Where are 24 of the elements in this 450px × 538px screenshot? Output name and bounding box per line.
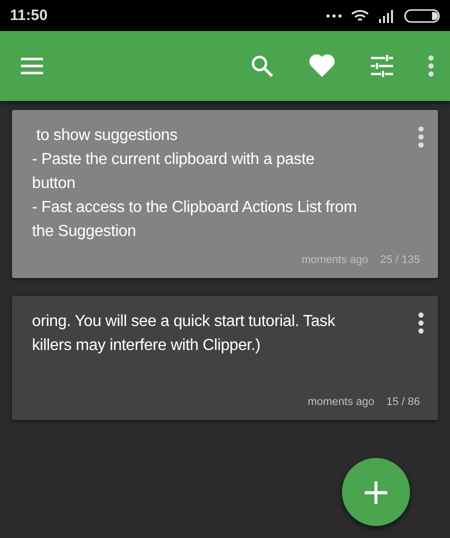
- dots-icon: [326, 14, 342, 18]
- note-text: - Paste the current clipboard with a paste: [32, 150, 316, 170]
- note-count: 15 / 86: [386, 396, 420, 408]
- signal-icon: [378, 8, 396, 22]
- heart-icon[interactable]: [308, 54, 336, 78]
- sliders-icon[interactable]: [370, 55, 394, 77]
- note-count: 25 / 135: [380, 254, 420, 266]
- note-text: to show suggestions: [35, 126, 178, 146]
- note-time: moments ago: [302, 254, 368, 266]
- note-card[interactable]: oring. You will see a quick start tutorial. Task killers may interfere with Clipper.) moments ago 15 / 86: [12, 296, 438, 420]
- note-card[interactable]: to show suggestions - Paste the current clipboard with a paste button - Fast access to the Clipboard Actions List from the Suggestion moments ago 25 / 135: [12, 110, 438, 278]
- status-time: 11:50: [10, 7, 49, 24]
- note-text: button: [32, 174, 76, 194]
- search-icon[interactable]: [250, 54, 274, 78]
- note-text: oring. You will see a quick start tutorial. Task: [32, 312, 336, 332]
- add-button[interactable]: +: [342, 458, 410, 526]
- more-icon[interactable]: [418, 312, 424, 334]
- note-text: - Fast access to the Clipboard Actions List from: [32, 198, 358, 218]
- menu-icon[interactable]: [20, 57, 44, 75]
- note-time: moments ago: [308, 396, 374, 408]
- battery-icon: [404, 8, 440, 22]
- wifi-icon: [350, 8, 370, 22]
- note-text: the Suggestion: [32, 222, 137, 242]
- note-text: killers may interfere with Clipper.): [32, 336, 262, 356]
